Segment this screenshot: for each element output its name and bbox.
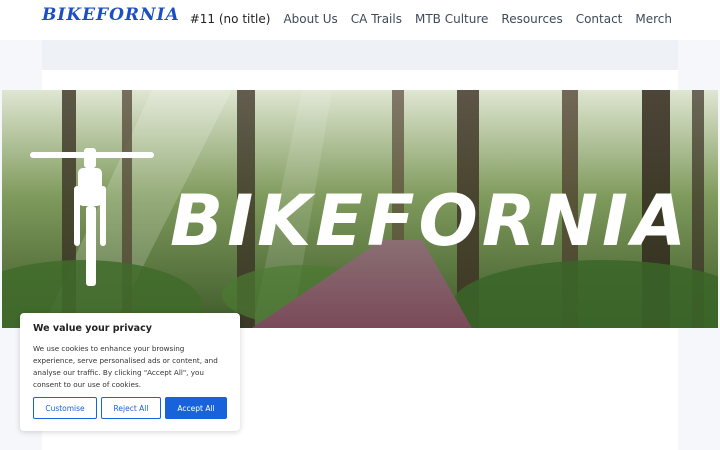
top-banner-strip (42, 40, 678, 70)
nav-item-mtb-culture[interactable]: MTB Culture (415, 12, 488, 26)
accept-all-button[interactable]: Accept All (165, 397, 227, 419)
site-logo[interactable]: BIKEFORNIA (42, 5, 180, 25)
cookie-description: We use cookies to enhance your browsing … (33, 344, 218, 389)
cookie-consent-banner: We value your privacy We use cookies to … (20, 313, 240, 431)
reject-all-button[interactable]: Reject All (101, 397, 161, 419)
hero-wordmark: BIKEFORNIA (170, 180, 690, 262)
main-nav: #11 (no title) About Us CA Trails MTB Cu… (190, 12, 672, 26)
nav-item-about-us[interactable]: About Us (283, 12, 337, 26)
cookie-title: We value your privacy (33, 323, 152, 334)
nav-item-contact[interactable]: Contact (576, 12, 623, 26)
nav-item-no-title[interactable]: #11 (no title) (190, 12, 271, 26)
cookie-button-row: Customise Reject All Accept All (33, 397, 227, 419)
nav-item-resources[interactable]: Resources (501, 12, 562, 26)
site-header: BIKEFORNIA #11 (no title) About Us CA Tr… (0, 0, 720, 40)
customise-button[interactable]: Customise (33, 397, 97, 419)
nav-item-merch[interactable]: Merch (635, 12, 672, 26)
nav-item-ca-trails[interactable]: CA Trails (351, 12, 402, 26)
hero-forest-image: BIKEFORNIA (2, 90, 718, 328)
hero-image: BIKEFORNIA (2, 90, 718, 328)
